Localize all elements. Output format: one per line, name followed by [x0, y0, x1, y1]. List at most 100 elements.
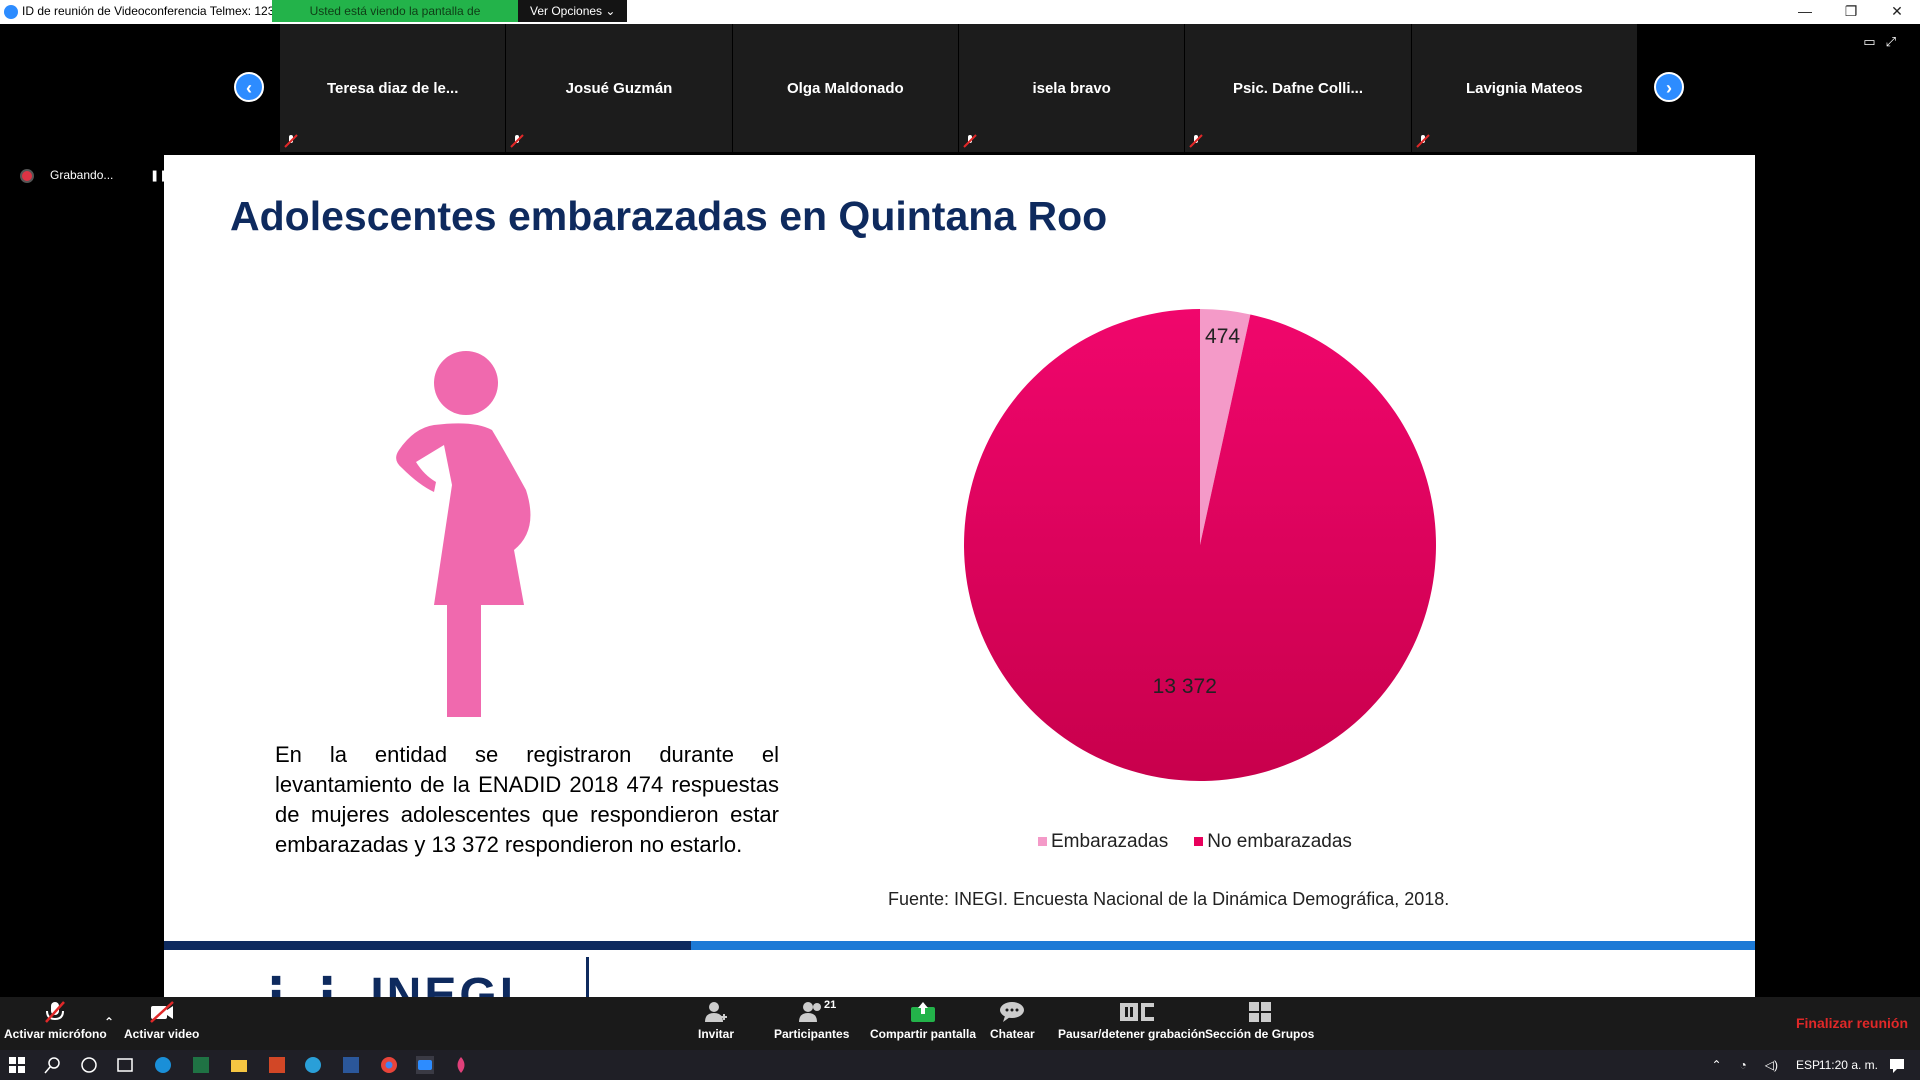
legend-swatch — [1038, 837, 1047, 847]
volume-icon[interactable]: ◁) — [1765, 1058, 1778, 1072]
search-icon[interactable] — [44, 1056, 62, 1074]
breakout-rooms-button[interactable]: Sección de Grupos — [1205, 1001, 1314, 1041]
microphone-muted-icon — [1415, 134, 1430, 148]
pie-data-label: 474 — [1205, 325, 1240, 348]
share-screen-button[interactable]: Compartir pantalla — [870, 1001, 976, 1041]
microphone-muted-icon — [963, 134, 977, 148]
chevron-up-icon[interactable]: ⌃ — [1711, 1058, 1721, 1072]
chat-label: Chatear — [990, 1027, 1035, 1041]
invite-label: Invitar — [698, 1027, 735, 1041]
recording-indicator: Grabando... — [20, 168, 113, 183]
participant-name: Olga Maldonado — [786, 80, 904, 97]
windows-start-icon[interactable] — [8, 1056, 26, 1074]
view-mode-controls: ▭⤢ — [1863, 34, 1906, 50]
mute-label: Activar micrófono — [4, 1027, 107, 1041]
clock[interactable]: 11:20 a. m. — [1819, 1058, 1878, 1072]
slide-body-text: En la entidad se registraron durante el … — [275, 742, 779, 857]
participant-tile[interactable]: isela bravo — [958, 24, 1185, 152]
participant-tile[interactable]: Lavignia Mateos — [1411, 24, 1637, 152]
audio-options-button[interactable]: ⌃ — [104, 1015, 114, 1029]
participants-icon — [798, 1002, 821, 1022]
cortana-icon[interactable] — [80, 1056, 98, 1074]
speaker-view-icon[interactable]: ▭ — [1863, 34, 1885, 49]
participant-name: isela bravo — [1032, 80, 1111, 97]
footer-bar-blue — [691, 941, 1755, 950]
invite-button[interactable]: Invitar — [698, 1001, 734, 1041]
chat-button[interactable]: Chatear — [990, 1001, 1035, 1041]
participants-count: 21 — [824, 999, 837, 1011]
participants-button[interactable]: 21 Participantes — [774, 999, 850, 1041]
legend-label: No embarazadas — [1207, 831, 1352, 852]
breakout-rooms-label: Sección de Grupos — [1205, 1027, 1315, 1041]
participant-strip: Teresa diaz de le... Josué Guzmán Olga Mal… — [280, 24, 1638, 152]
pause-stop-recording-button[interactable]: Pausar/detener grabación — [1058, 1001, 1205, 1041]
participant-name: Lavignia Mateos — [1465, 80, 1583, 97]
file-explorer-icon[interactable] — [230, 1056, 248, 1074]
microphone-muted-icon — [45, 1001, 66, 1023]
participant-tile[interactable]: Psic. Dafne Colli... — [1185, 24, 1411, 152]
view-options-button[interactable]: Ver Opciones ⌄ — [518, 0, 628, 22]
legend-item: Embarazadas — [1038, 831, 1168, 853]
word-icon[interactable] — [342, 1056, 360, 1074]
slide-title: Adolescentes embarazadas en Quintana Roo — [230, 193, 1108, 239]
video-off-icon — [149, 1001, 174, 1023]
chevron-down-icon: ⌄ — [605, 4, 616, 18]
viewing-label: Usted está viendo la pantalla de Luis.No… — [272, 0, 518, 40]
app-icon — [4, 5, 18, 19]
videoconference-app-icon[interactable] — [416, 1056, 434, 1074]
microphone-muted-icon — [284, 134, 298, 148]
network-icon[interactable]: ◔ — [1740, 1058, 1747, 1072]
participant-tile[interactable]: Olga Maldonado — [732, 24, 958, 152]
previous-participants-button[interactable]: ‹ — [234, 72, 264, 102]
mute-button[interactable]: Activar micrófono — [4, 1001, 107, 1041]
recording-dot-icon — [20, 168, 34, 183]
end-meeting-button[interactable]: Finalizar reunión — [1796, 1015, 1908, 1031]
shared-screen-slide: Adolescentes embarazadas en Quintana Roo… — [164, 155, 1755, 997]
participant-name: Teresa diaz de le... — [326, 80, 459, 97]
chat-icon — [1000, 1002, 1025, 1022]
slide-source: Fuente: INEGI. Encuesta Nacional de la D… — [888, 889, 1450, 909]
minimize-button[interactable]: — — [1782, 0, 1828, 24]
pause-stop-label: Pausar/detener grabación — [1058, 1027, 1206, 1041]
edge-browser-icon[interactable] — [154, 1056, 172, 1074]
notifications-icon[interactable] — [1888, 1056, 1906, 1074]
pause-stop-icon — [1119, 1003, 1154, 1021]
view-options-label: Ver Opciones — [530, 4, 603, 18]
pie-data-label: 13 372 — [1153, 675, 1217, 698]
footer-bar-dark — [164, 941, 691, 950]
participant-tile[interactable]: Josué Guzmán — [506, 24, 732, 152]
windows-taskbar: ⌃ ◔ ◁) ESP 11:20 a. m. — [0, 1050, 1920, 1080]
next-participants-button[interactable]: › — [1654, 72, 1684, 102]
pie-slice — [964, 309, 1436, 781]
window-controls: — ❐ ✕ — [1782, 0, 1920, 24]
powerpoint-icon[interactable] — [268, 1056, 286, 1074]
task-view-icon[interactable] — [116, 1056, 134, 1074]
chart-legend: Embarazadas No embarazadas — [1038, 831, 1352, 853]
breakout-rooms-icon — [1248, 1002, 1271, 1022]
fullscreen-icon[interactable]: ⤢ — [1886, 34, 1906, 49]
share-screen-label: Compartir pantalla — [870, 1027, 977, 1041]
color-app-icon[interactable] — [452, 1056, 470, 1074]
window-title: ID de reunión de Videoconferencia Telmex… — [22, 4, 272, 18]
system-tray: ⌃ ◔ ◁) ESP — [1711, 1058, 1820, 1072]
pregnant-woman-icon — [396, 351, 531, 717]
chrome-icon[interactable] — [380, 1056, 398, 1074]
share-screen-icon — [911, 1002, 936, 1022]
excel-icon[interactable] — [192, 1056, 210, 1074]
restore-button[interactable]: ❐ — [1828, 0, 1874, 24]
video-label: Activar video — [124, 1027, 200, 1041]
participants-label: Participantes — [774, 1027, 850, 1041]
participant-name: Psic. Dafne Colli... — [1232, 80, 1363, 97]
microphone-muted-icon — [1189, 134, 1204, 148]
video-button[interactable]: Activar video — [124, 1001, 199, 1041]
pie-chart: 474 13 372 — [964, 309, 1436, 781]
language-indicator[interactable]: ESP — [1796, 1058, 1820, 1072]
microphone-muted-icon — [510, 134, 525, 148]
internet-explorer-icon[interactable] — [304, 1056, 322, 1074]
inegi-logo: ⋮⋮ INEGI — [252, 967, 516, 997]
legend-swatch — [1194, 837, 1204, 847]
logo-divider — [586, 957, 589, 997]
participant-tile[interactable]: Teresa diaz de le... — [280, 24, 506, 152]
close-button[interactable]: ✕ — [1874, 0, 1920, 24]
legend-item: No embarazadas — [1194, 831, 1352, 853]
